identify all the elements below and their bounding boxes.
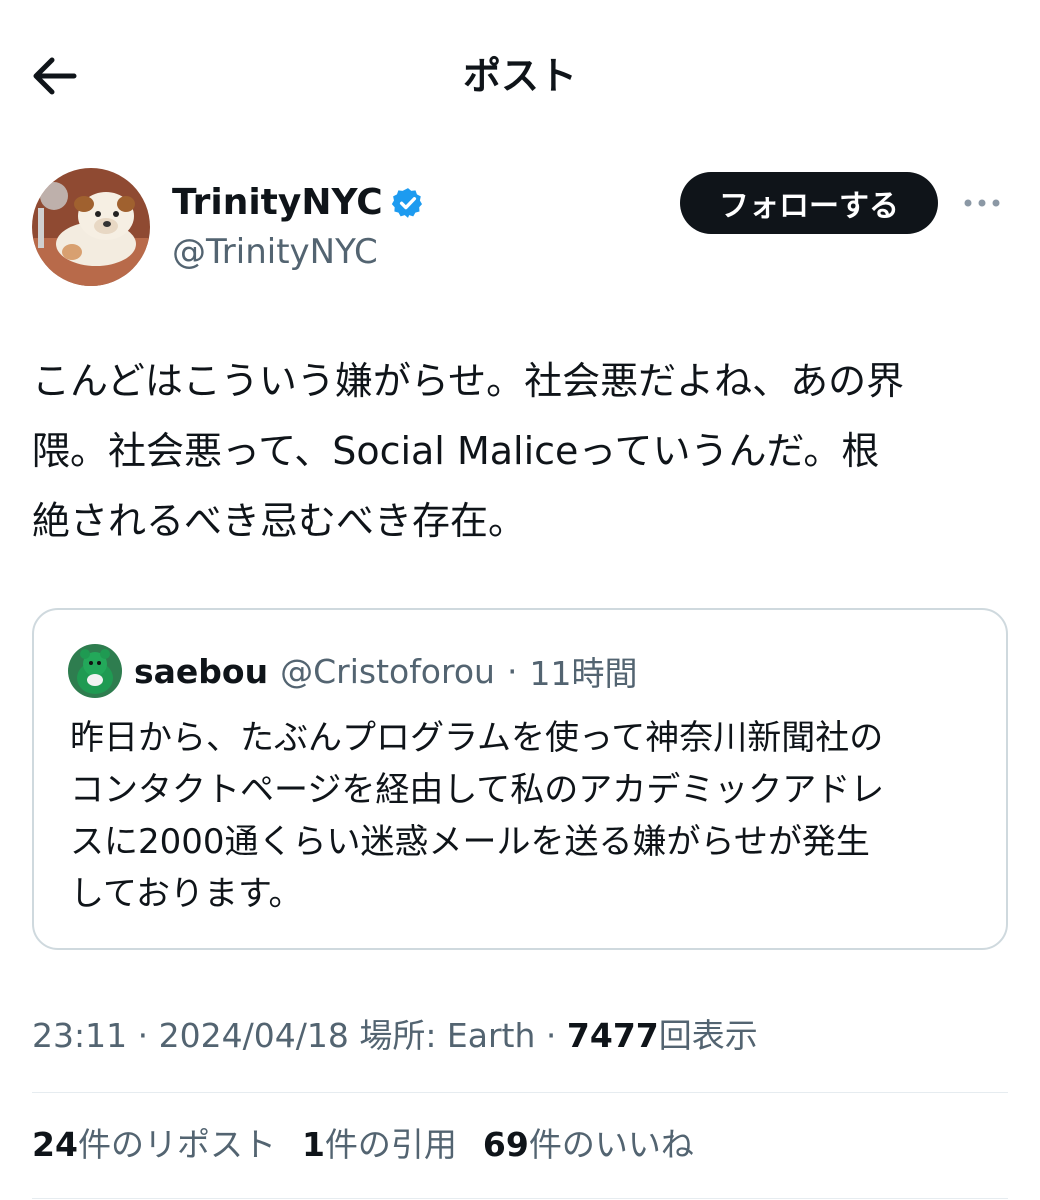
separator-dot: ·	[545, 1016, 557, 1055]
more-button[interactable]	[958, 182, 1006, 224]
quoted-post-text: 昨日から、たぶんプログラムを使って神奈川新聞社の コンタクトページを経由して私の…	[70, 718, 885, 914]
verified-badge-icon	[391, 188, 422, 218]
author-display-name[interactable]: TrinityNYC	[172, 180, 383, 226]
divider	[32, 1198, 1008, 1199]
view-count: 7477	[566, 1016, 659, 1055]
post-time[interactable]: 23:11	[32, 1016, 127, 1055]
author-handle[interactable]: @TrinityNYC	[172, 230, 378, 274]
follow-button[interactable]: フォローする	[680, 172, 938, 234]
quoted-handle: @Cristoforou	[280, 651, 495, 691]
post-location: 場所: Earth	[359, 1016, 536, 1055]
quoted-post-header: saebou @Cristoforou · 11時間	[68, 644, 637, 698]
post-text: こんどはこういう嫌がらせ。社会悪だよね、あの界 隈。社会悪って、Social M…	[32, 359, 905, 543]
page-title: ポスト	[462, 54, 577, 98]
avatar[interactable]	[32, 168, 150, 286]
engagement-stats: 24件のリポスト 1件の引用 69件のいいね	[32, 1120, 694, 1170]
separator-dot: ·	[506, 651, 518, 691]
repost-count[interactable]: 24件のリポスト	[32, 1120, 276, 1170]
quoted-post[interactable]: saebou @Cristoforou · 11時間 昨日から、たぶんプログラム…	[32, 608, 1008, 950]
quoted-avatar	[68, 644, 122, 698]
top-bar: ポスト	[0, 0, 1040, 150]
quoted-display-name: saebou	[134, 651, 269, 691]
quote-count[interactable]: 1件の引用	[302, 1120, 457, 1170]
view-count-label: 回表示	[658, 1016, 758, 1055]
separator-dot: ·	[137, 1016, 149, 1055]
like-count[interactable]: 69件のいいね	[483, 1120, 694, 1170]
more-horizontal-icon	[964, 199, 1000, 207]
post-date[interactable]: 2024/04/18	[159, 1016, 349, 1055]
quoted-time: 11時間	[529, 654, 638, 693]
author-name-row[interactable]: TrinityNYC	[172, 180, 425, 226]
post-meta: 23:11 · 2024/04/18 場所: Earth · 7477回表示	[32, 1012, 758, 1060]
divider	[32, 1092, 1008, 1093]
post-author: TrinityNYC @TrinityNYC フォローする	[32, 168, 1008, 288]
